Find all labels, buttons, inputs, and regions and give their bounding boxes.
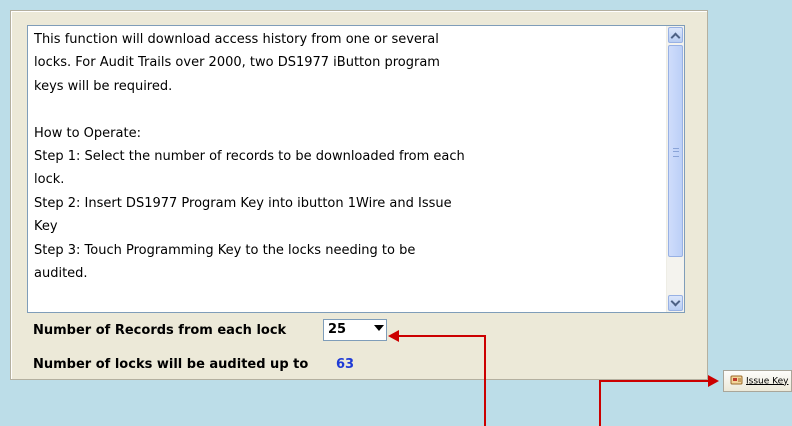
callout-arrow-issue-key bbox=[599, 375, 719, 426]
callout-arrow-records bbox=[388, 330, 486, 426]
callout-arrows bbox=[388, 330, 719, 426]
